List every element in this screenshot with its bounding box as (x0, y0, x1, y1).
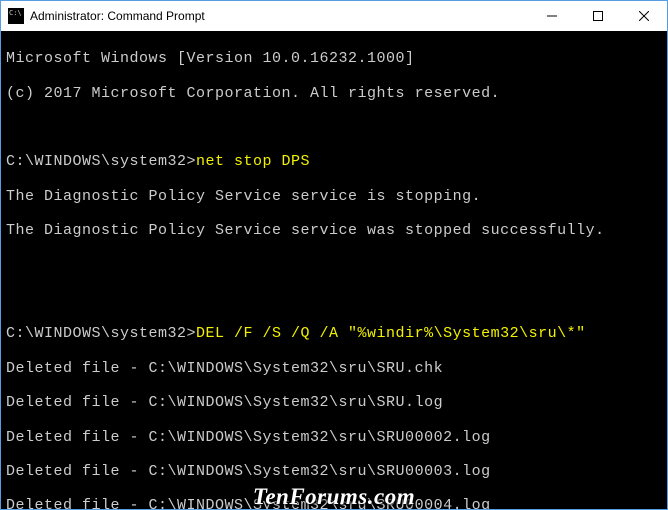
close-icon (639, 11, 649, 21)
terminal-area[interactable]: Microsoft Windows [Version 10.0.16232.10… (1, 31, 667, 509)
output-line: Deleted file - C:\WINDOWS\System32\sru\S… (6, 429, 662, 446)
blank-line (6, 291, 662, 308)
output-line: Deleted file - C:\WINDOWS\System32\sru\S… (6, 463, 662, 480)
output-line: Deleted file - C:\WINDOWS\System32\sru\S… (6, 394, 662, 411)
output-line: The Diagnostic Policy Service service wa… (6, 222, 662, 239)
window-controls (529, 1, 667, 31)
prompt: C:\WINDOWS\system32> (6, 325, 196, 342)
output-line: Deleted file - C:\WINDOWS\System32\sru\S… (6, 360, 662, 377)
cmd-icon (8, 8, 24, 24)
maximize-button[interactable] (575, 1, 621, 31)
prompt: C:\WINDOWS\system32> (6, 153, 196, 170)
version-line: Microsoft Windows [Version 10.0.16232.10… (6, 50, 662, 67)
command-text: net stop DPS (196, 153, 310, 170)
close-button[interactable] (621, 1, 667, 31)
command-text: DEL /F /S /Q /A "%windir%\System32\sru\*… (196, 325, 586, 342)
blank-line (6, 257, 662, 274)
output-line: Deleted file - C:\WINDOWS\System32\sru\S… (6, 497, 662, 509)
prompt-line: C:\WINDOWS\system32>net stop DPS (6, 153, 662, 170)
prompt-line: C:\WINDOWS\system32>DEL /F /S /Q /A "%wi… (6, 325, 662, 342)
minimize-button[interactable] (529, 1, 575, 31)
minimize-icon (547, 11, 557, 21)
window-title: Administrator: Command Prompt (30, 9, 529, 23)
cmd-window: Administrator: Command Prompt Microsoft … (0, 0, 668, 510)
copyright-line: (c) 2017 Microsoft Corporation. All righ… (6, 85, 662, 102)
titlebar[interactable]: Administrator: Command Prompt (1, 1, 667, 31)
output-line: The Diagnostic Policy Service service is… (6, 188, 662, 205)
blank-line (6, 119, 662, 136)
maximize-icon (593, 11, 603, 21)
